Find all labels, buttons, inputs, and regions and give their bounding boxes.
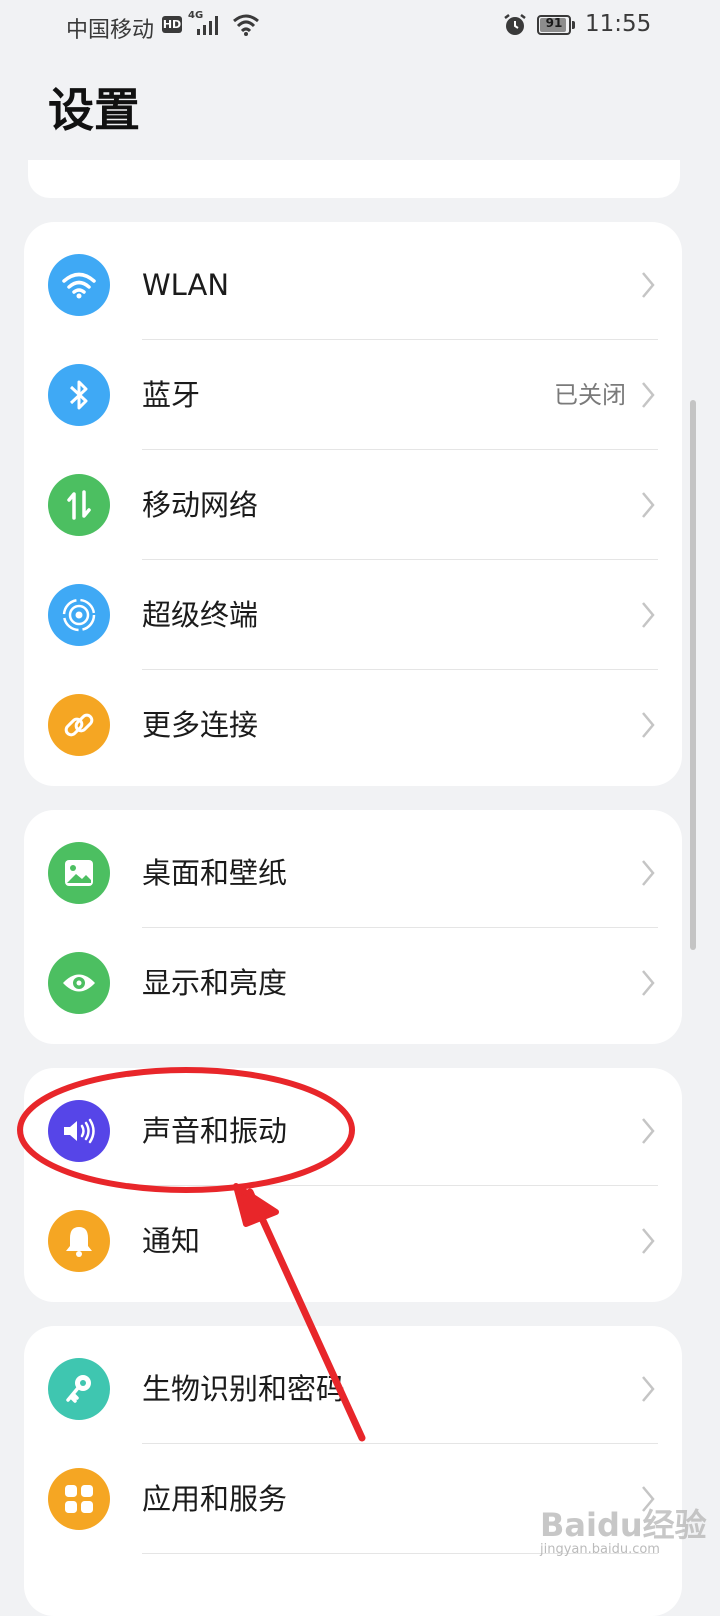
chevron-right-icon (642, 1376, 655, 1402)
settings-item-notifications[interactable]: 通知 (24, 1186, 682, 1296)
chevron-right-icon (642, 382, 655, 408)
settings-item-label: 超级终端 (142, 598, 259, 632)
wifi-icon (48, 254, 110, 316)
settings-item-display-brightness[interactable]: 显示和亮度 (24, 928, 682, 1038)
link-icon (48, 694, 110, 756)
carrier-label: 中国移动 (66, 18, 155, 43)
eye-icon (48, 952, 110, 1014)
chevron-right-icon (642, 492, 655, 518)
settings-item-label: WLAN (142, 268, 230, 302)
settings-item-label: 应用和服务 (142, 1482, 288, 1516)
watermark: Baidu经验 jingyan.baidu.com (540, 1500, 710, 1570)
settings-item-label: 蓝牙 (142, 378, 201, 412)
wifi-status-icon (233, 14, 259, 36)
settings-item-label: 生物识别和密码 (142, 1372, 346, 1406)
settings-item-label: 声音和振动 (142, 1114, 288, 1148)
bell-icon (48, 1210, 110, 1272)
settings-item-mobile-network[interactable]: 移动网络 (24, 450, 682, 560)
battery-indicator: 91 (537, 15, 571, 35)
settings-group-display: 桌面和壁纸 显示和亮度 (24, 810, 682, 1044)
settings-group-sound: 声音和振动 通知 (24, 1068, 682, 1302)
settings-item-label: 更多连接 (142, 708, 259, 742)
page-title: 设置 (48, 83, 140, 137)
settings-item-label: 桌面和壁纸 (142, 856, 288, 890)
super-device-icon (48, 584, 110, 646)
clock: 11:55 (585, 11, 652, 37)
chevron-right-icon (642, 860, 655, 886)
chevron-right-icon (642, 602, 655, 628)
settings-item-sound-vibration[interactable]: 声音和振动 (24, 1076, 682, 1186)
status-bar: 中国移动 HD 4G 91 11:55 (0, 0, 720, 52)
watermark-subtext: jingyan.baidu.com (540, 1542, 660, 1557)
settings-item-wlan[interactable]: WLAN (24, 230, 682, 340)
chevron-right-icon (642, 272, 655, 298)
battery-tip (572, 21, 575, 29)
mobile-data-icon (48, 474, 110, 536)
settings-item-label: 显示和亮度 (142, 966, 288, 1000)
watermark-text: Baidu经验 (540, 1506, 707, 1544)
settings-item-label: 通知 (142, 1224, 201, 1258)
chevron-right-icon (642, 712, 655, 738)
bluetooth-icon (48, 364, 110, 426)
apps-icon (48, 1468, 110, 1530)
hd-badge: HD (162, 16, 182, 33)
speaker-icon (48, 1100, 110, 1162)
settings-item-bluetooth[interactable]: 蓝牙 已关闭 (24, 340, 682, 450)
settings-item-super-device[interactable]: 超级终端 (24, 560, 682, 670)
signal-icon (197, 16, 218, 35)
settings-item-more-connections[interactable]: 更多连接 (24, 670, 682, 780)
chevron-right-icon (642, 1228, 655, 1254)
settings-item-value: 已关闭 (554, 381, 626, 409)
settings-group-security: 生物识别和密码 应用和服务 (24, 1326, 682, 1616)
chevron-right-icon (642, 970, 655, 996)
settings-item-home-wallpaper[interactable]: 桌面和壁纸 (24, 818, 682, 928)
key-icon (48, 1358, 110, 1420)
scrollbar[interactable] (690, 400, 696, 950)
wallpaper-icon (48, 842, 110, 904)
settings-item-biometrics-password[interactable]: 生物识别和密码 (24, 1334, 682, 1444)
chevron-right-icon (642, 1118, 655, 1144)
battery-level: 91 (545, 16, 563, 30)
settings-item-label: 移动网络 (142, 488, 259, 522)
alarm-icon (504, 14, 526, 35)
settings-group-connectivity: WLAN 蓝牙 已关闭 移动网络 超级终端 更多连接 (24, 222, 682, 786)
search-bar-partial[interactable] (28, 160, 680, 198)
